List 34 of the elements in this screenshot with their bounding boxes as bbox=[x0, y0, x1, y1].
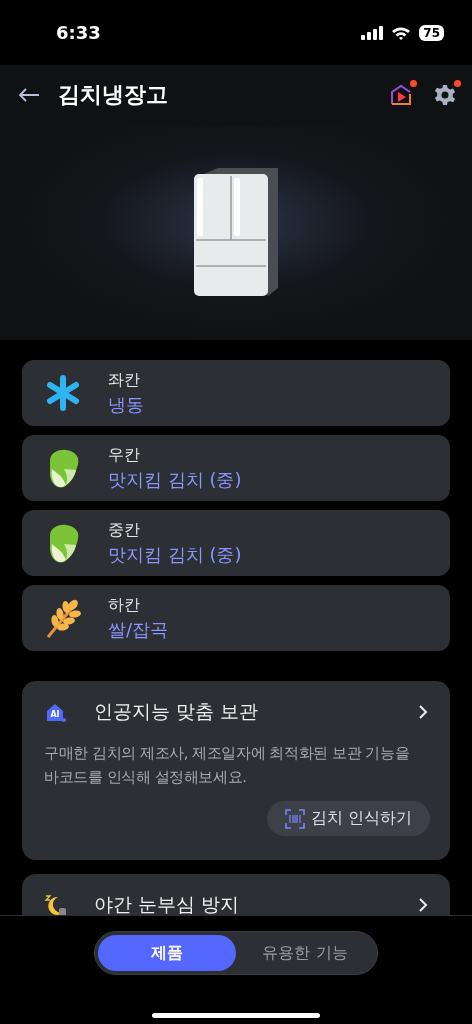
settings-icon[interactable] bbox=[434, 84, 456, 106]
wifi-icon bbox=[391, 25, 412, 40]
feature-card[interactable]: AI 인공지능 맞춤 보관 구매한 김치의 제조사, 제조일자에 최적화된 보관 기능을 바코드를 인식해 설정해보세요. 김치 인식하기 bbox=[22, 681, 450, 860]
chevron-right-icon[interactable] bbox=[418, 897, 428, 913]
compartment-card[interactable]: 우칸 맛지킴 김치 (중) bbox=[22, 435, 450, 501]
compartment-name: 좌칸 bbox=[108, 369, 141, 391]
compartment-mode: 맛지킴 김치 (중) bbox=[108, 542, 242, 567]
feature-description: 구매한 김치의 제조사, 제조일자에 최적화된 보관 기능을 바코드를 인식해 설정해보세요. bbox=[44, 744, 411, 787]
status-time: 6:33 bbox=[56, 22, 102, 43]
feature-card[interactable]: 야간 눈부심 방지 bbox=[22, 874, 450, 915]
back-arrow-icon[interactable] bbox=[18, 87, 40, 103]
battery-icon: 75 bbox=[419, 24, 444, 41]
chevron-right-icon[interactable] bbox=[418, 704, 428, 720]
segment-tab[interactable]: 제품 bbox=[98, 935, 236, 971]
compartment-name: 하칸 bbox=[108, 594, 141, 616]
moon-icon bbox=[44, 894, 68, 915]
compartment-mode: 맛지킴 김치 (중) bbox=[108, 467, 242, 492]
segment-tab[interactable]: 유용한 기능 bbox=[236, 935, 374, 971]
compartment-mode: 쌀/잡곡 bbox=[108, 617, 169, 642]
page-title: 김치냉장고 bbox=[58, 81, 169, 109]
compartment-card[interactable]: 하칸 쌀/잡곡 bbox=[22, 585, 450, 651]
house-play-icon[interactable] bbox=[390, 84, 412, 106]
feature-title: 야간 눈부심 방지 bbox=[94, 892, 241, 915]
compartment-card[interactable]: 중칸 맛지킴 김치 (중) bbox=[22, 510, 450, 576]
feature-title: 인공지능 맞춤 보관 bbox=[94, 699, 260, 724]
snowflake-icon bbox=[45, 374, 81, 412]
barcode-scan-icon bbox=[284, 808, 305, 829]
signal-icon bbox=[361, 25, 384, 40]
compartment-name: 우칸 bbox=[108, 444, 141, 466]
compartment-mode: 냉동 bbox=[108, 392, 144, 417]
compartment-card[interactable]: 좌칸 냉동 bbox=[22, 360, 450, 426]
scan-kimchi-button[interactable]: 김치 인식하기 bbox=[266, 801, 430, 836]
compartment-name: 중칸 bbox=[108, 519, 141, 541]
wheat-icon bbox=[44, 597, 82, 639]
